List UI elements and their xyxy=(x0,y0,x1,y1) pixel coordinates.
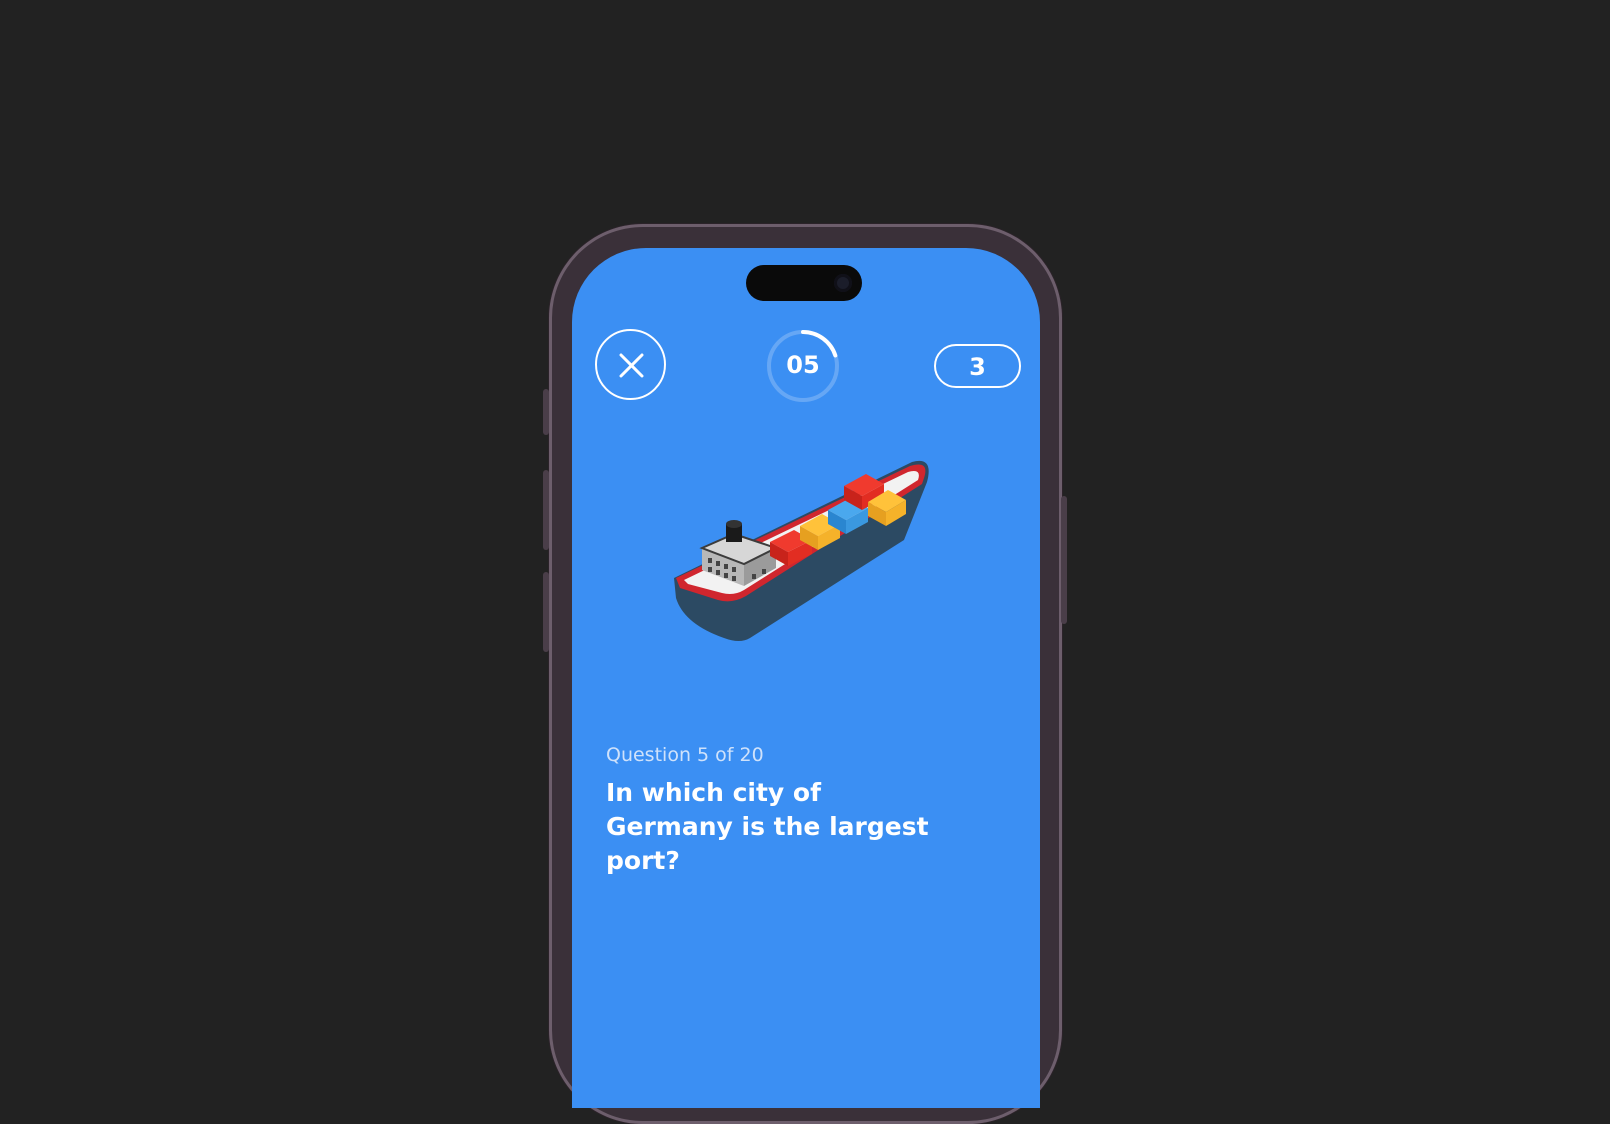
close-button[interactable] xyxy=(595,329,666,400)
phone-volume-down-button xyxy=(543,572,549,652)
timer-value: 05 xyxy=(786,351,820,379)
phone-volume-up-button xyxy=(543,470,549,550)
phone-action-button xyxy=(543,389,549,435)
phone-power-button xyxy=(1061,496,1067,624)
camera-icon xyxy=(834,274,852,292)
question-text: In which city of Germany is the largest … xyxy=(606,778,929,875)
close-icon xyxy=(619,353,644,378)
question-counter: Question 5 of 20 xyxy=(606,744,764,766)
score-badge: 3 xyxy=(934,344,1021,388)
question-timer: 05 xyxy=(765,328,841,404)
cargo-ship-icon xyxy=(674,460,929,641)
dynamic-island xyxy=(746,265,862,301)
app-screen: 05 3 Question 5 of 20 In which city of G… xyxy=(572,248,1040,1108)
